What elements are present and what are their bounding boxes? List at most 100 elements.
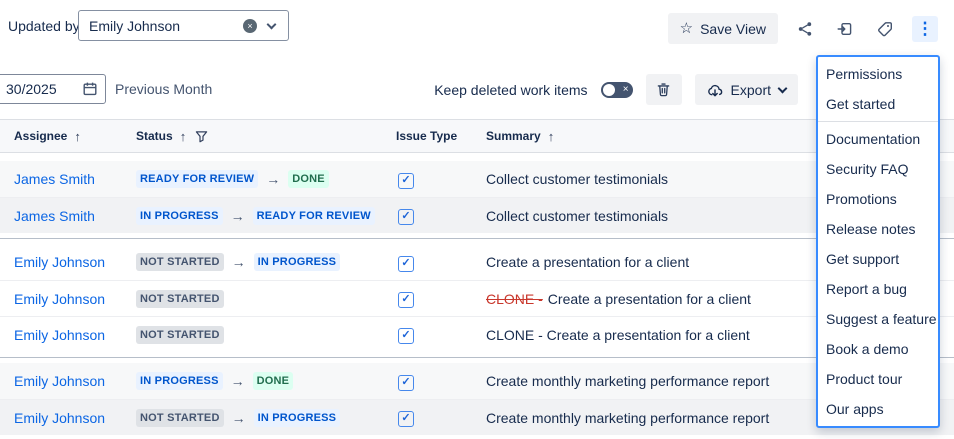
- assignee-link[interactable]: Emily Johnson: [14, 254, 136, 270]
- task-icon: ✓: [398, 292, 414, 308]
- status-cell: NOT STARTED: [136, 326, 396, 344]
- menu-item-promotions[interactable]: Promotions: [818, 184, 938, 214]
- save-view-button[interactable]: ☆ Save View: [668, 13, 778, 44]
- status-cell: READY FOR REVIEW→DONE: [136, 170, 396, 188]
- sort-asc-icon[interactable]: ↑: [74, 129, 81, 144]
- task-icon: ✓: [398, 209, 414, 225]
- issue-type-cell: ✓: [396, 325, 486, 344]
- summary-text: Create a presentation for a client: [548, 291, 751, 307]
- status-badge-to: DONE: [253, 372, 294, 390]
- status-badge-from: IN PROGRESS: [136, 372, 223, 390]
- filter-icon[interactable]: [195, 130, 208, 143]
- summary-text: CLONE - Create a presentation for a clie…: [486, 327, 750, 343]
- summary-text: Create monthly marketing performance rep…: [486, 373, 769, 389]
- menu-item-report-a-bug[interactable]: Report a bug: [818, 274, 938, 304]
- kebab-menu-icon: ⋮: [917, 20, 934, 37]
- star-icon: ☆: [680, 21, 693, 36]
- menu-item-suggest-a-feature[interactable]: Suggest a feature: [818, 304, 938, 334]
- sort-asc-icon[interactable]: ↑: [548, 129, 555, 144]
- column-label: Assignee: [14, 129, 67, 143]
- export-chevron-icon: [778, 84, 788, 94]
- status-cell: IN PROGRESS → READY FOR REVIEW: [136, 207, 396, 225]
- toggle-knob: [603, 84, 615, 96]
- work-item-group: James Smith READY FOR REVIEW → DONE ✓ Coll…: [0, 161, 954, 233]
- more-menu-button[interactable]: ⋮: [912, 16, 938, 42]
- column-label: Status: [136, 129, 173, 143]
- table-row: James Smith IN PROGRESS → READY FOR REVIEW…: [0, 197, 954, 233]
- tag-button[interactable]: [872, 16, 898, 42]
- calendar-icon[interactable]: [82, 81, 98, 97]
- status-badge-to: IN PROGRESS: [254, 253, 341, 271]
- export-button[interactable]: Export: [695, 74, 798, 105]
- menu-item-get-support[interactable]: Get support: [818, 244, 938, 274]
- status-cell: NOT STARTED: [136, 290, 396, 308]
- keep-deleted-toggle[interactable]: ×: [601, 82, 633, 98]
- chevron-down-icon[interactable]: [267, 19, 277, 29]
- assignee-link[interactable]: James Smith: [14, 208, 136, 224]
- share-button[interactable]: [792, 16, 818, 42]
- task-icon: ✓: [398, 173, 414, 189]
- tag-icon: [877, 21, 893, 37]
- table-row: Emily Johnson NOT STARTED→IN PROGRESS ✓ …: [0, 399, 954, 435]
- status-badge-from: NOT STARTED: [136, 290, 224, 308]
- sort-asc-icon[interactable]: ↑: [180, 129, 187, 144]
- date-input[interactable]: 30/2025: [0, 74, 106, 104]
- menu-item-permissions[interactable]: Permissions: [818, 59, 938, 89]
- transition-arrow-icon: →: [232, 254, 246, 270]
- column-label: Summary: [486, 129, 541, 143]
- assignee-link[interactable]: Emily Johnson: [14, 410, 136, 426]
- table-row: Emily Johnson NOT STARTED ✓ CLONE - Creat…: [0, 280, 954, 316]
- status-cell: IN PROGRESS → DONE: [136, 372, 396, 390]
- status-badge-to: DONE: [288, 170, 329, 188]
- menu-item-product-tour[interactable]: Product tour: [818, 364, 938, 394]
- issue-type-cell: ✓: [396, 206, 486, 225]
- topbar-actions: ☆ Save View ⋮: [668, 13, 938, 44]
- delete-button[interactable]: [646, 74, 682, 105]
- transition-arrow-icon: →: [232, 410, 246, 426]
- assignee-link[interactable]: Emily Johnson: [14, 291, 136, 307]
- status-badge-from: NOT STARTED: [136, 326, 224, 344]
- updated-by-select[interactable]: Emily Johnson ×: [78, 10, 289, 41]
- keep-deleted-label: Keep deleted work items: [434, 82, 587, 98]
- column-label: Issue Type: [396, 129, 457, 143]
- menu-item-book-a-demo[interactable]: Book a demo: [818, 334, 938, 364]
- previous-month-link[interactable]: Previous Month: [115, 81, 212, 97]
- issue-type-cell: ✓: [396, 408, 486, 427]
- status-badge-to: READY FOR REVIEW: [253, 207, 375, 225]
- activity-timeline-page: Updated by: Emily Johnson × ☆ Save View …: [0, 0, 954, 439]
- task-icon: ✓: [398, 256, 414, 272]
- column-header-assignee[interactable]: Assignee ↑: [14, 129, 136, 144]
- menu-item-our-apps[interactable]: Our apps: [818, 394, 938, 424]
- issue-type-cell: ✓: [396, 372, 486, 391]
- transition-arrow-icon: →: [266, 171, 280, 187]
- menu-item-get-started[interactable]: Get started: [818, 89, 938, 119]
- open-panel-button[interactable]: [832, 16, 858, 42]
- task-icon: ✓: [398, 375, 414, 391]
- task-icon: ✓: [398, 328, 414, 344]
- status-badge-from: NOT STARTED: [136, 253, 224, 271]
- table-row: James Smith READY FOR REVIEW→DONE ✓ Coll…: [0, 161, 954, 197]
- transition-arrow-icon: →: [231, 373, 245, 389]
- menu-item-release-notes[interactable]: Release notes: [818, 214, 938, 244]
- toggle-x-icon: ×: [623, 83, 629, 97]
- summary-struck-text: CLONE -: [486, 291, 543, 307]
- date-value: 30/2025: [6, 81, 82, 97]
- summary-text: Create a presentation for a client: [486, 254, 689, 270]
- export-label: Export: [731, 82, 771, 98]
- summary-text: Collect customer testimonials: [486, 208, 668, 224]
- assignee-link[interactable]: Emily Johnson: [14, 373, 136, 389]
- assignee-link[interactable]: Emily Johnson: [14, 327, 136, 343]
- menu-item-documentation[interactable]: Documentation: [818, 124, 938, 154]
- status-badge-from: IN PROGRESS: [136, 207, 223, 225]
- menu-item-security-faq[interactable]: Security FAQ: [818, 154, 938, 184]
- status-badge-to: IN PROGRESS: [254, 409, 341, 427]
- trash-icon: [656, 82, 671, 97]
- table-row: Emily Johnson NOT STARTED→IN PROGRESS ✓ …: [0, 244, 954, 280]
- column-header-status[interactable]: Status ↑: [136, 129, 396, 144]
- assignee-link[interactable]: James Smith: [14, 171, 136, 187]
- transition-arrow-icon: →: [231, 208, 245, 224]
- status-cell: NOT STARTED → IN PROGRESS: [136, 409, 396, 427]
- column-header-issue-type[interactable]: Issue Type: [396, 129, 486, 143]
- clear-icon[interactable]: ×: [243, 19, 257, 33]
- status-badge-from: NOT STARTED: [136, 409, 224, 427]
